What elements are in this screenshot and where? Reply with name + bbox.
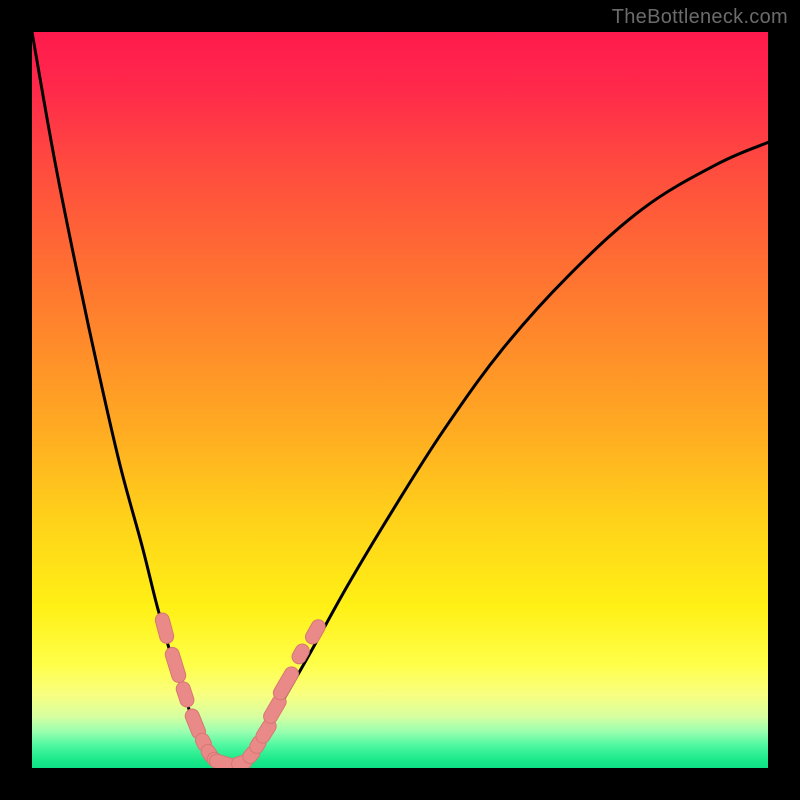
- marker-layer: [154, 611, 328, 768]
- bottleneck-curve: [32, 32, 768, 765]
- data-marker: [174, 680, 195, 709]
- watermark-text: TheBottleneck.com: [612, 6, 788, 29]
- chart-frame: TheBottleneck.com: [0, 0, 800, 800]
- data-marker: [154, 611, 175, 644]
- data-marker: [164, 646, 188, 685]
- data-marker: [303, 617, 328, 646]
- data-marker: [289, 642, 311, 667]
- curve-layer: [32, 32, 768, 765]
- plot-area: [32, 32, 768, 768]
- chart-svg: [32, 32, 768, 768]
- data-marker: [271, 664, 301, 702]
